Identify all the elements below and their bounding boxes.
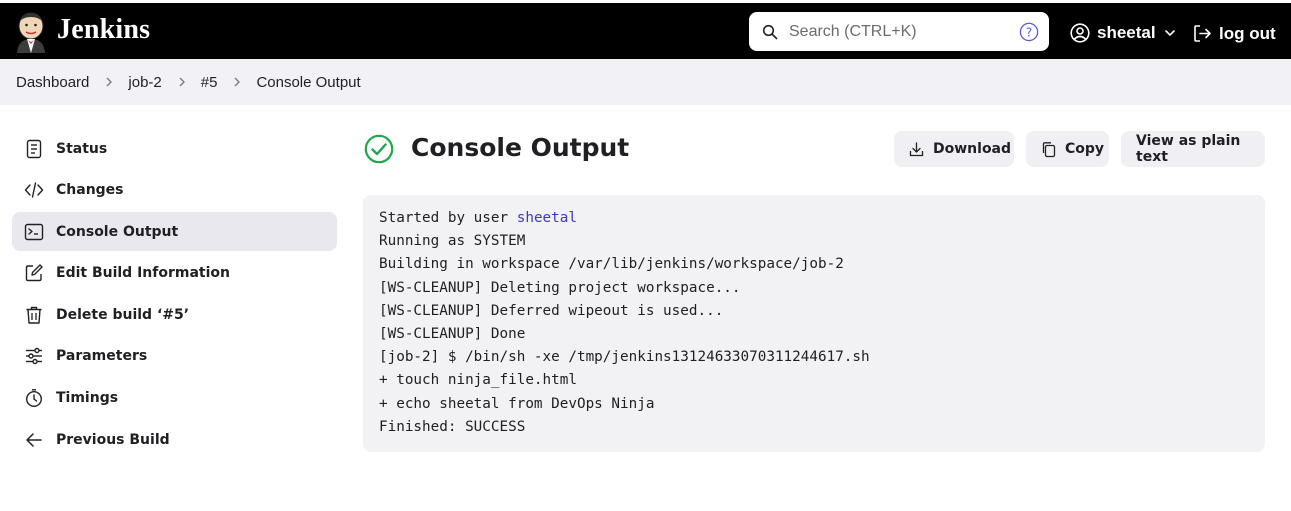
sidebar-item-label: Parameters [56,348,148,365]
top-header: Jenkins ? sheetal log out [0,3,1291,59]
user-name[interactable]: sheetal [1097,23,1156,43]
chevron-right-icon [234,77,241,87]
sidebar-item-label: Status [56,140,108,157]
sidebar-item-delete-build[interactable]: Delete build ‘#5’ [12,295,337,334]
search-icon [762,24,778,40]
terminal-icon [24,223,44,240]
jenkins-logo-icon[interactable] [14,11,48,53]
breadcrumb-console-output[interactable]: Console Output [256,74,360,91]
chevron-right-icon [179,77,185,87]
view-plain-text-button[interactable]: View as plain text [1121,131,1265,167]
copy-button[interactable]: Copy [1026,131,1109,167]
console-line: [WS-CLEANUP] Deleting project workspace.… [379,279,741,296]
breadcrumb-build[interactable]: #5 [201,74,218,91]
console-line: [WS-CLEANUP] Deferred wipeout is used... [379,302,724,319]
user-link[interactable]: sheetal [517,210,577,226]
breadcrumb-job[interactable]: job-2 [128,74,161,91]
trash-icon [26,306,42,324]
logout-label[interactable]: log out [1219,24,1276,44]
download-label: Download [933,141,1012,157]
download-icon [909,141,924,156]
success-check-icon [364,134,394,164]
document-icon [26,139,42,158]
sidebar-item-label: Delete build ‘#5’ [56,306,190,323]
sidebar-item-parameters[interactable]: Parameters [12,337,337,376]
breadcrumb-dashboard[interactable]: Dashboard [16,74,89,91]
console-line: + echo sheetal from DevOps Ninja [379,395,655,412]
console-line: [job-2] $ /bin/sh -xe /tmp/jenkins131246… [379,349,870,366]
copy-icon [1042,141,1056,157]
logout-icon [1194,25,1211,42]
chevron-right-icon [106,77,113,87]
console-output: Started by user sheetal Running as SYSTE… [363,195,1265,452]
sidebar-item-console-output[interactable]: Console Output [12,212,337,252]
console-line: Running as SYSTEM [379,233,526,250]
brand-title[interactable]: Jenkins [57,14,150,46]
sidebar-item-label: Edit Build Information [56,265,230,282]
view-plain-text-label: View as plain text [1136,133,1241,165]
sidebar-item-timings[interactable]: Timings [12,379,337,418]
user-menu[interactable]: sheetal [1070,23,1176,43]
user-icon [1070,23,1090,43]
stopwatch-icon [25,389,43,408]
console-line: + touch ninja_file.html [379,372,577,389]
code-icon [24,182,44,198]
search-input[interactable] [789,20,1009,44]
page-title: Console Output [411,133,630,162]
console-line: Finished: SUCCESS [379,418,526,435]
console-line: Started by user [379,210,517,226]
breadcrumb: Dashboard job-2 #5 Console Output [0,59,1291,105]
console-line: Building in workspace /var/lib/jenkins/w… [379,256,844,273]
sidebar-item-changes[interactable]: Changes [12,171,337,210]
logout-link[interactable]: log out [1192,23,1276,44]
sliders-icon [26,348,42,365]
search-box[interactable]: ? [749,12,1049,51]
svg-text:?: ? [1026,26,1032,40]
sidebar-item-previous-build[interactable]: Previous Build [12,420,337,459]
sidebar: Status Changes Console Output Edit Build… [12,129,337,462]
help-icon[interactable]: ? [1019,22,1039,42]
sidebar-item-label: Changes [56,182,124,199]
copy-label: Copy [1065,141,1105,157]
arrow-left-icon [26,432,42,447]
sidebar-item-label: Previous Build [56,431,170,448]
console-line: [WS-CLEANUP] Done [379,326,526,343]
sidebar-item-status[interactable]: Status [12,129,337,168]
sidebar-item-label: Timings [56,390,119,407]
edit-icon [25,264,43,282]
sidebar-item-edit-build-information[interactable]: Edit Build Information [12,254,337,293]
chevron-down-icon[interactable] [1164,27,1176,39]
download-button[interactable]: Download [894,131,1014,167]
sidebar-item-label: Console Output [56,223,179,240]
